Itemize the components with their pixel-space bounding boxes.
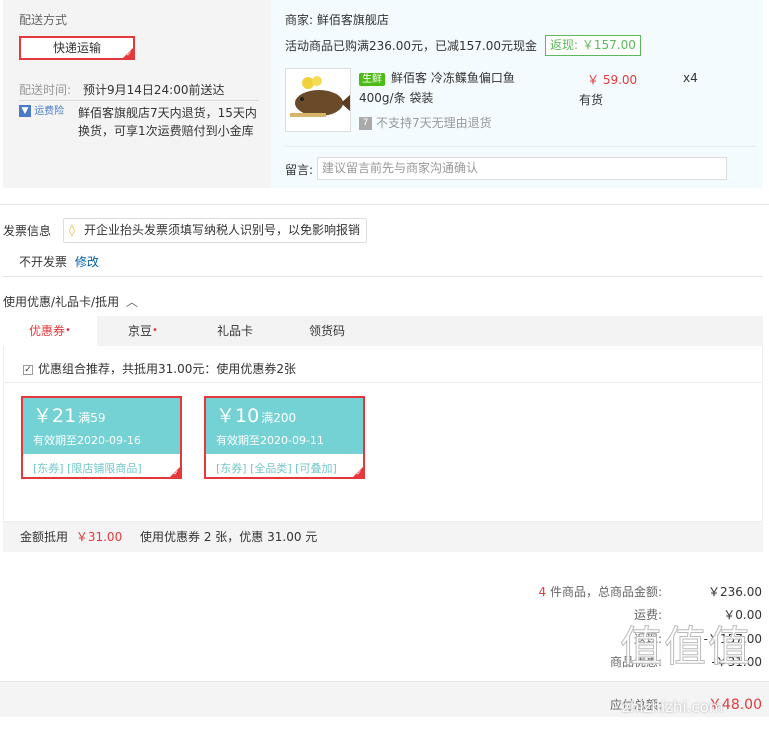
combo-text: 优惠组合推荐，共抵用31.00元：使用优惠券2张 <box>38 362 296 376</box>
product-image[interactable] <box>285 68 351 132</box>
coupon-amount-row: ￥10 满200 <box>216 404 296 430</box>
invoice-value-row: 不开发票 修改 <box>19 253 99 270</box>
coupon-amount-row: ￥21 满59 <box>33 404 105 430</box>
invoice-value: 不开发票 <box>19 255 68 269</box>
combo-recommend-row[interactable]: ✓ 优惠组合推荐，共抵用31.00元：使用优惠券2张 <box>23 360 296 377</box>
coupon-tags: [东券] [全品类] [可叠加] <box>216 462 337 475</box>
lightbulb-icon: ◊ <box>69 223 75 237</box>
insurance-text-1: 鲜佰客旗舰店7天内退货，15天内 <box>78 106 257 120</box>
coupon-condition: 满200 <box>261 411 297 425</box>
merchant-name[interactable]: 鲜佰客旗舰店 <box>317 13 389 27</box>
delivery-time-value: 预计9月14日24:00前送达 <box>83 83 225 97</box>
discount-toggle[interactable]: 使用优惠/礼品卡/抵用 ︿ <box>3 293 138 310</box>
no-return-icon: 7 <box>359 117 372 130</box>
return-policy-text: 不支持7天无理由退货 <box>376 116 492 130</box>
chevron-up-icon: ︿ <box>125 295 138 309</box>
insurance-badge: ▼ 运费险 <box>19 104 64 119</box>
summary-amount: ￥31.00 <box>75 530 123 544</box>
goods-total-label: 4 件商品，总商品金额: <box>538 585 662 599</box>
selected-check-icon: ✓ <box>123 48 133 58</box>
selected-check-icon: ✓ <box>170 467 180 477</box>
coupon-card[interactable]: ￥10 满200 有效期至2020-09-11 [东券] [全品类] [可叠加] … <box>204 396 365 479</box>
coupon-divider <box>4 382 762 383</box>
summary-detail: 使用优惠券 2 张，优惠 31.00 元 <box>140 530 318 544</box>
product-name-line-1: 生鲜 鲜佰客 冷冻鲽鱼偏口鱼 <box>359 69 515 86</box>
product-name-line-2[interactable]: 400g/条 袋装 <box>359 89 433 106</box>
section-divider <box>3 276 763 277</box>
coupon-tags: [东券] [限店铺限商品] <box>33 462 142 475</box>
delivery-time-label: 配送时间: <box>19 83 72 97</box>
coupon-header: ￥10 满200 有效期至2020-09-11 <box>206 398 363 454</box>
shield-icon: ▼ <box>19 105 31 117</box>
return-policy-row: 7 不支持7天无理由退货 <box>359 114 492 131</box>
watermark-url: zhizhizhi.com <box>622 698 724 716</box>
coupon-condition: 满59 <box>78 411 106 425</box>
note-label: 留言: <box>285 163 314 177</box>
promo-text: 活动商品已购满236.00元，已减157.00元现金 <box>285 39 537 53</box>
product-quantity: x4 <box>683 71 698 85</box>
invoice-modify-link[interactable]: 修改 <box>75 255 99 269</box>
product-price: ￥ 59.00 <box>587 73 638 87</box>
tab-jingdou[interactable]: 京豆• <box>97 316 189 346</box>
tab-coupons[interactable]: 优惠券• <box>3 316 97 346</box>
invoice-tip: ◊ 开企业抬头发票须填写纳税人识别号，以免影响报销 <box>63 218 368 243</box>
coupon-card[interactable]: ￥21 满59 有效期至2020-09-16 [东券] [限店铺限商品] ✓ <box>21 396 182 479</box>
goods-total-row: 4 件商品，总商品金额: ￥236.00 <box>342 583 762 600</box>
shipping-label: 运费: <box>633 608 662 622</box>
watermark: 值值值 zhizhizhi.com <box>619 622 769 717</box>
new-dot-icon: • <box>152 325 158 336</box>
watermark-text: 值值值 <box>619 622 753 671</box>
selected-check-icon: ✓ <box>353 467 363 477</box>
delivery-method-label: 快递运输 <box>52 41 101 55</box>
shipping-row: 运费: ￥0.00 <box>342 606 762 623</box>
product-stock: 有货 <box>579 93 604 107</box>
checkbox-checked-icon[interactable]: ✓ <box>23 364 33 375</box>
insurance-text-2: 换货，可享1次运费赔付到小金库 <box>78 124 254 138</box>
coupon-validity: 有效期至2020-09-11 <box>216 434 324 447</box>
section-divider <box>0 204 769 205</box>
product-name[interactable]: 鲜佰客 冷冻鲽鱼偏口鱼 <box>391 71 515 85</box>
delivery-method-option[interactable]: 快递运输 ✓ <box>19 36 135 60</box>
fresh-tag: 生鲜 <box>359 73 385 86</box>
note-input[interactable]: 建议留言前先与商家沟通确认 <box>317 157 727 180</box>
new-dot-icon: • <box>65 325 71 336</box>
discount-tabs: 优惠券• 京豆• 礼品卡 领货码 <box>3 316 763 346</box>
rebate-badge: 返现: ￥157.00 <box>545 35 641 56</box>
invoice-tip-text: 开企业抬头发票须填写纳税人识别号，以免影响报销 <box>84 223 361 237</box>
goods-total-amount: ￥236.00 <box>708 585 762 599</box>
insurance-badge-label: 运费险 <box>34 106 65 117</box>
coupon-amount: ￥10 <box>216 405 260 427</box>
discount-summary: 金额抵用 ￥31.00 使用优惠券 2 张，优惠 31.00 元 <box>3 522 763 552</box>
summary-label: 金额抵用 <box>20 530 69 544</box>
goods-count: 4 <box>538 585 547 599</box>
fish-image <box>290 76 350 117</box>
delivery-divider <box>19 100 259 101</box>
discount-title: 使用优惠/礼品卡/抵用 <box>3 295 120 309</box>
merchant-row: 商家: 鲜佰客旗舰店 <box>285 11 389 28</box>
invoice-title: 发票信息 <box>3 224 52 238</box>
delivery-title: 配送方式 <box>19 13 68 27</box>
coupon-validity: 有效期至2020-09-16 <box>33 434 141 447</box>
tab-redeem-code[interactable]: 领货码 <box>281 316 373 346</box>
coupon-amount: ￥21 <box>33 405 77 427</box>
shipping-amount: ￥0.00 <box>723 608 762 622</box>
shop-divider <box>285 146 757 147</box>
coupon-header: ￥21 满59 有效期至2020-09-16 <box>23 398 180 454</box>
merchant-label: 商家: <box>285 13 314 27</box>
tab-gift-card[interactable]: 礼品卡 <box>189 316 281 346</box>
